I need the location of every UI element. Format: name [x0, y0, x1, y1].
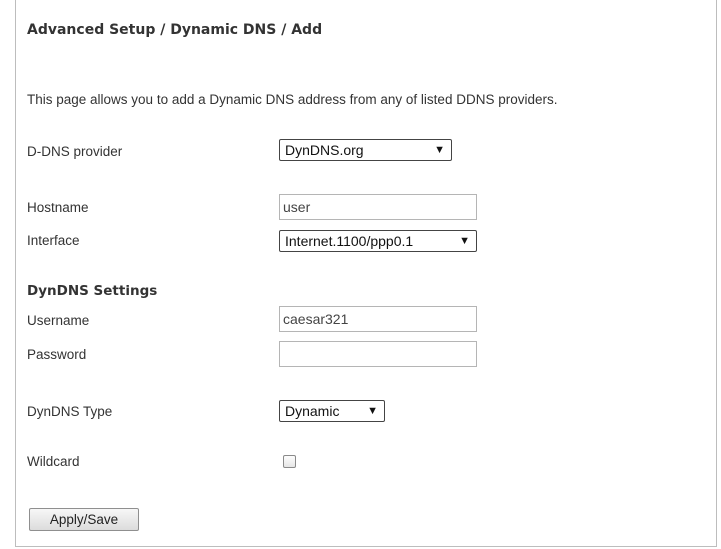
- wildcard-label: Wildcard: [27, 454, 80, 469]
- wildcard-checkbox[interactable]: [283, 455, 296, 468]
- password-label: Password: [27, 347, 87, 362]
- content-frame: [15, 0, 717, 547]
- interface-select-value: Internet.1100/ppp0.1: [285, 233, 414, 249]
- provider-select-value: DynDNS.org: [285, 142, 364, 158]
- type-select[interactable]: Dynamic ▼: [279, 400, 385, 422]
- chevron-down-icon: ▼: [367, 405, 378, 417]
- interface-label: Interface: [27, 233, 80, 248]
- interface-select[interactable]: Internet.1100/ppp0.1 ▼: [279, 230, 477, 252]
- provider-label: D-DNS provider: [27, 144, 123, 159]
- page-description: This page allows you to add a Dynamic DN…: [27, 92, 558, 107]
- password-input[interactable]: [279, 341, 477, 367]
- hostname-input[interactable]: user: [279, 194, 477, 220]
- section-title: DynDNS Settings: [27, 283, 158, 299]
- username-input[interactable]: caesar321: [279, 306, 477, 332]
- provider-select[interactable]: DynDNS.org ▼: [279, 139, 452, 161]
- type-label: DynDNS Type: [27, 404, 113, 419]
- hostname-label: Hostname: [27, 200, 89, 215]
- chevron-down-icon: ▼: [459, 235, 470, 247]
- username-label: Username: [27, 313, 90, 328]
- apply-save-button[interactable]: Apply/Save: [29, 508, 139, 531]
- type-select-value: Dynamic: [285, 403, 340, 419]
- page-title: Advanced Setup / Dynamic DNS / Add: [27, 22, 323, 38]
- chevron-down-icon: ▼: [434, 144, 445, 156]
